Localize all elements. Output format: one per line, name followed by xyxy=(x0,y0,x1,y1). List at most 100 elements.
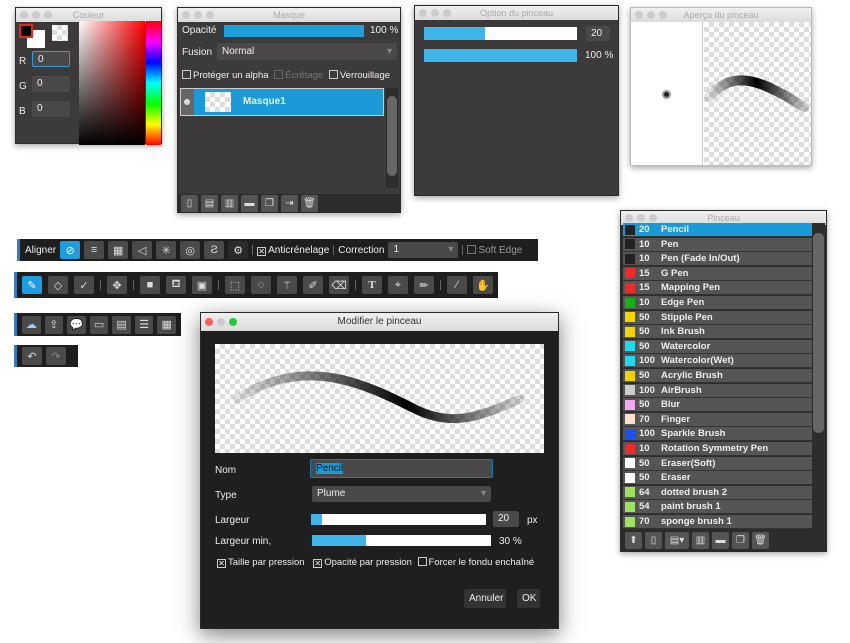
brush-row[interactable]: 10 Edge Pen xyxy=(623,296,812,310)
eyedropper-tool-icon[interactable]: ⁄ xyxy=(447,276,467,294)
antialias-checkbox[interactable]: ✕ Anticrénelage xyxy=(257,245,329,256)
concentric-icon[interactable]: ◎ xyxy=(180,241,201,259)
force-fade-checkbox[interactable]: Forcer le fondu enchaîné xyxy=(417,557,534,568)
duplicate-icon[interactable]: ❐ xyxy=(261,195,278,212)
symmetry-icon[interactable]: ⚙ xyxy=(228,241,249,259)
brush-settings-icon[interactable]: ▥ xyxy=(692,532,709,549)
close-button[interactable] xyxy=(205,318,213,326)
document-icon[interactable]: ▤ xyxy=(112,315,131,334)
cancel-button[interactable]: Annuler xyxy=(464,589,506,608)
ok-button[interactable]: OK xyxy=(517,589,540,608)
g-input[interactable]: 0 xyxy=(32,76,70,92)
brush-preview-titlebar[interactable]: Aperçu du pinceau xyxy=(631,8,811,22)
grid-edit-icon[interactable]: ▦ xyxy=(157,315,177,334)
new-layer-icon[interactable]: ▯ xyxy=(181,195,198,212)
lock-checkbox[interactable]: Verrouillage xyxy=(328,70,390,81)
correction-select[interactable]: 1 ▾ xyxy=(388,242,459,258)
brush-row[interactable]: 54 paint brush 1 xyxy=(623,500,812,515)
dialog-titlebar[interactable]: Modifier le pinceau xyxy=(201,313,558,331)
brush-row[interactable]: 70 Finger xyxy=(623,412,812,427)
brush-row[interactable]: 64 dotted brush 2 xyxy=(623,485,812,500)
brush-row[interactable]: 100 AirBrush xyxy=(623,383,812,398)
layer-scrollbar[interactable] xyxy=(386,88,398,188)
min-width-slider[interactable] xyxy=(312,535,491,546)
r-input[interactable]: 0 xyxy=(32,51,70,67)
opacity-slider[interactable] xyxy=(224,25,364,37)
brush-row[interactable]: 50 Eraser(Soft) xyxy=(623,456,812,471)
download-brush-icon[interactable]: ⬆ xyxy=(625,532,642,549)
transparent-swatch[interactable] xyxy=(52,25,68,41)
parallel-lines-icon[interactable]: ≡ xyxy=(84,241,105,259)
size-pressure-checkbox[interactable]: ✕ Taille par pression xyxy=(217,557,305,568)
delete-brush-icon[interactable]: 🗑 xyxy=(752,532,769,549)
brush-row[interactable]: 10 Rotation Symmetry Pen xyxy=(623,442,812,456)
brush-row[interactable]: 10 Pen xyxy=(623,237,812,252)
new-brush-icon[interactable]: ▯ xyxy=(645,532,662,549)
message-icon[interactable]: ▭ xyxy=(89,315,109,334)
brush-option-titlebar[interactable]: Option du pinceau xyxy=(415,6,618,20)
gradient-tool-icon[interactable]: ▣ xyxy=(192,276,212,294)
b-input[interactable]: 0 xyxy=(32,101,70,117)
comment-icon[interactable]: 💬 xyxy=(67,315,86,334)
width-slider[interactable] xyxy=(311,514,486,525)
layer-row[interactable]: Masque1 xyxy=(180,88,384,116)
hue-slider[interactable] xyxy=(146,21,161,145)
mask-panel-titlebar[interactable]: Masque xyxy=(178,8,400,22)
hand-tool-icon[interactable]: ✋ xyxy=(473,276,493,294)
duplicate-brush-icon[interactable]: ❐ xyxy=(732,532,749,549)
background-color-swatch[interactable] xyxy=(19,24,33,38)
brush-row[interactable]: 15 G Pen xyxy=(623,266,812,281)
protect-alpha-checkbox[interactable]: Protéger un alpha xyxy=(182,70,269,81)
soft-edge-checkbox[interactable]: Soft Edge xyxy=(467,244,522,256)
perspective-icon[interactable]: ◁ xyxy=(132,241,153,259)
brush-opacity-slider[interactable] xyxy=(424,49,577,62)
select-pen-icon[interactable]: ✐ xyxy=(303,276,323,294)
brush-row[interactable]: 50 Stipple Pen xyxy=(623,310,812,325)
divide-tool-icon[interactable]: ✏ xyxy=(414,276,434,294)
brush-row[interactable]: 10 Pen (Fade In/Out) xyxy=(623,252,812,267)
move-tool-icon[interactable]: ✥ xyxy=(107,276,127,294)
dot-tool-icon[interactable]: ✓ xyxy=(74,276,94,294)
trash-icon[interactable]: 🗑 xyxy=(301,195,318,212)
new-layer-from-icon[interactable]: ▤ xyxy=(201,195,218,212)
brush-row[interactable]: 20 Pencil xyxy=(623,223,812,237)
visibility-icon[interactable] xyxy=(181,89,194,115)
color-panel-titlebar[interactable]: Couleur xyxy=(16,8,161,22)
brush-row[interactable]: 15 Mapping Pen xyxy=(623,281,812,296)
brush-size-slider[interactable] xyxy=(424,27,577,40)
undo-icon[interactable]: ↶ xyxy=(22,347,42,365)
brush-row[interactable]: 50 Watercolor xyxy=(623,339,812,354)
brush-size-input[interactable]: 20 xyxy=(586,26,610,41)
shape-fill-tool-icon[interactable]: ■ xyxy=(140,276,160,294)
text-tool-icon[interactable]: T xyxy=(362,276,382,294)
add-brush-menu-icon[interactable]: ▤▾ xyxy=(665,532,689,549)
rect-select-icon[interactable]: ⬚ xyxy=(225,276,245,294)
grid-icon[interactable]: ▦ xyxy=(108,241,129,259)
merge-icon[interactable]: ⇥ xyxy=(281,195,298,212)
saturation-value-picker[interactable] xyxy=(79,21,145,145)
curve-icon[interactable]: Ƨ xyxy=(204,241,225,259)
no-snap-icon[interactable]: ⊘ xyxy=(60,241,81,259)
brush-row[interactable]: 70 sponge brush 1 xyxy=(623,515,812,529)
brush-tool-icon[interactable]: ✎ xyxy=(22,276,42,294)
select-eraser-icon[interactable]: ⌫ xyxy=(329,276,349,294)
type-select[interactable]: Plume ▾ xyxy=(312,486,491,502)
folder-icon[interactable]: ▬ xyxy=(241,195,258,212)
share-icon[interactable]: ⇪ xyxy=(44,315,64,334)
magic-wand-icon[interactable]: ⚚ xyxy=(277,276,297,294)
list-icon[interactable]: ☰ xyxy=(134,315,154,334)
redo-icon[interactable]: ↷ xyxy=(46,347,66,365)
zoom-button[interactable] xyxy=(229,318,237,326)
opacity-pressure-checkbox[interactable]: ✕ Opacité par pression xyxy=(313,557,412,568)
operation-tool-icon[interactable]: ⌖ xyxy=(388,276,408,294)
brush-list-scrollbar[interactable] xyxy=(812,223,825,530)
import-layer-icon[interactable]: ▥ xyxy=(221,195,238,212)
bucket-tool-icon[interactable]: ⛾ xyxy=(166,276,186,294)
brush-row[interactable]: 100 Watercolor(Wet) xyxy=(623,354,812,369)
name-input[interactable]: Pencil xyxy=(310,459,493,478)
brush-row[interactable]: 100 Sparkle Brush xyxy=(623,427,812,442)
clipping-checkbox[interactable]: Écrêtage xyxy=(274,70,323,81)
lasso-select-icon[interactable]: ◌ xyxy=(251,276,271,294)
brush-row[interactable]: 50 Eraser xyxy=(623,471,812,486)
width-input[interactable]: 20 xyxy=(493,511,519,527)
